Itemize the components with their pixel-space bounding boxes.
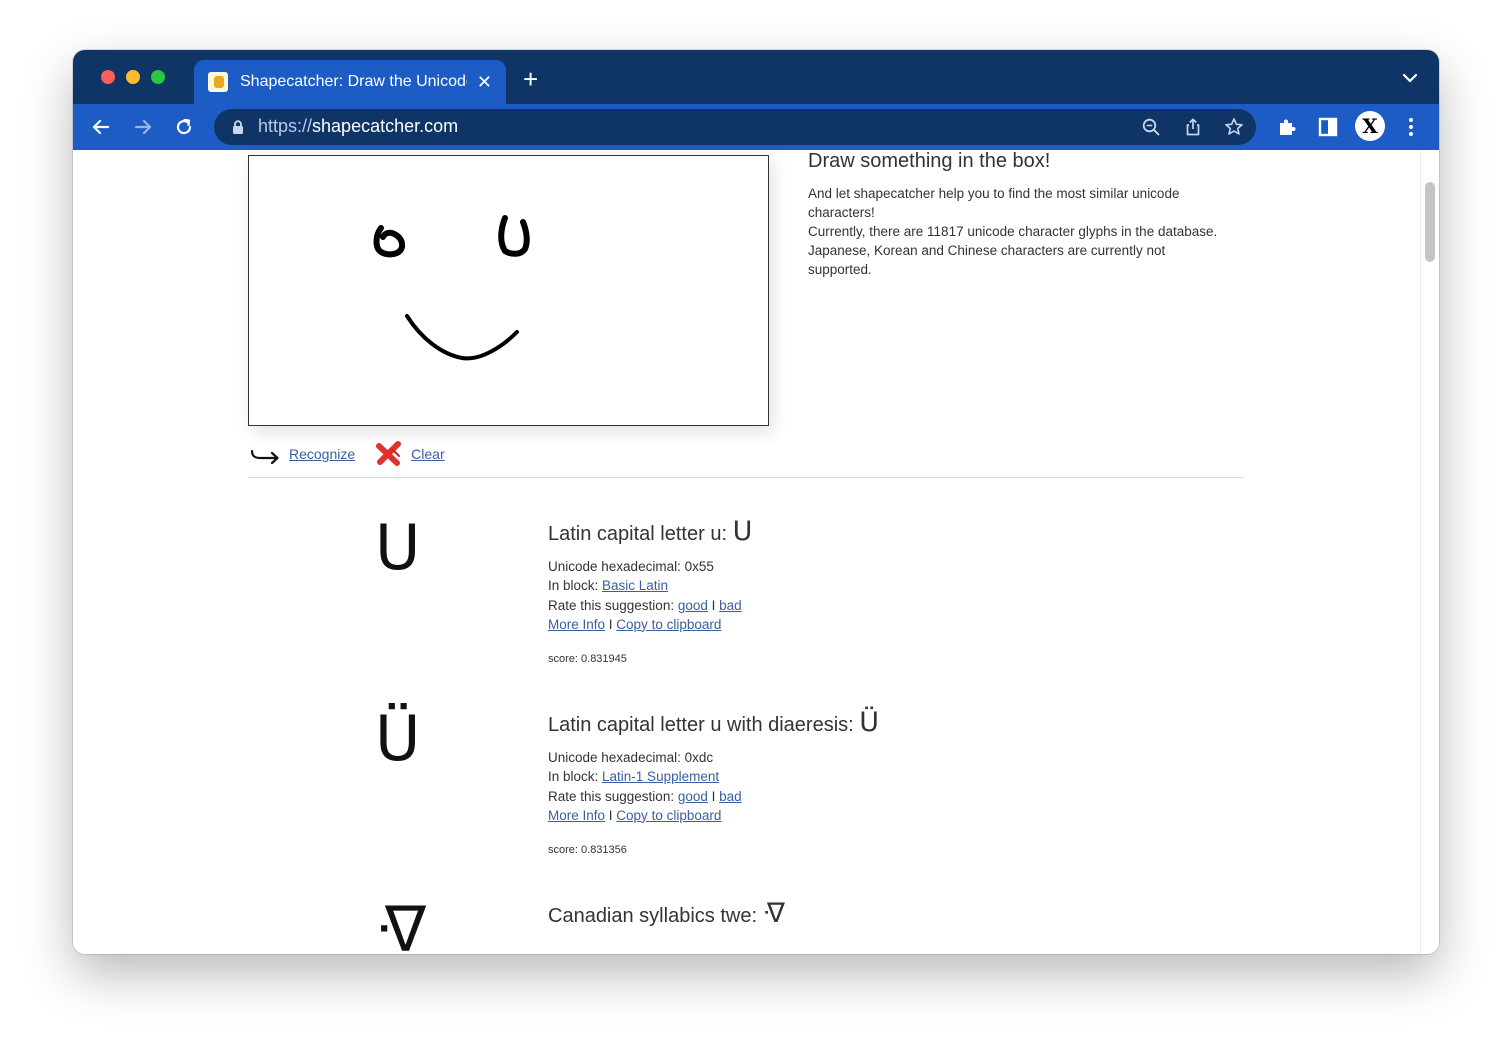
result-title: Latin capital letter u with diaeresis: Ü bbox=[548, 708, 1248, 738]
result-name: Latin capital letter u with diaeresis: bbox=[548, 714, 860, 736]
block-label: In block: bbox=[548, 769, 603, 785]
result-links: More Info I Copy to clipboard bbox=[548, 615, 1248, 634]
block-link[interactable]: Basic Latin bbox=[602, 578, 668, 593]
canvas-actions: Recognize Clear bbox=[249, 441, 445, 467]
browser-menu-kebab-icon[interactable] bbox=[1407, 116, 1415, 138]
rate-bad-link[interactable]: bad bbox=[719, 789, 742, 804]
result-glyph-preview: Ü bbox=[375, 702, 421, 775]
more-info-link[interactable]: More Info bbox=[548, 808, 605, 823]
block-label: In block: bbox=[548, 578, 603, 594]
clear-red-x-icon[interactable] bbox=[375, 441, 403, 467]
result-hex: Unicode hexadecimal: 0x55 bbox=[548, 557, 1248, 576]
result-details: Canadian syllabics twe: ᐌ bbox=[548, 899, 1248, 929]
share-icon[interactable] bbox=[1183, 117, 1203, 137]
reload-icon[interactable] bbox=[174, 117, 194, 137]
hex-value: 0x55 bbox=[684, 559, 714, 574]
intro-heading: Draw something in the box! bbox=[808, 150, 1051, 172]
result-hex: Unicode hexadecimal: 0xdc bbox=[548, 748, 1248, 767]
copy-to-clipboard-link[interactable]: Copy to clipboard bbox=[616, 808, 721, 823]
result-title: Latin capital letter u: U bbox=[548, 517, 1248, 547]
result-title-glyph: Ü bbox=[859, 707, 880, 738]
more-info-link[interactable]: More Info bbox=[548, 617, 605, 632]
intro-line-2: Currently, there are 11817 unicode chara… bbox=[808, 224, 1218, 239]
url-scheme: https:// bbox=[258, 116, 313, 136]
minimize-window-button[interactable] bbox=[126, 70, 140, 84]
result-name: Canadian syllabics twe: bbox=[548, 905, 763, 927]
links-separator: I bbox=[605, 807, 617, 823]
result-glyph-preview: U bbox=[375, 511, 421, 584]
profile-avatar[interactable]: X bbox=[1355, 111, 1385, 141]
hex-value: 0xdc bbox=[684, 750, 714, 765]
result-details: Latin capital letter u with diaeresis: Ü… bbox=[548, 708, 1248, 857]
result-score: score: 0.831356 bbox=[548, 844, 1248, 856]
drawing-canvas[interactable] bbox=[248, 155, 769, 426]
result-score: score: 0.831945 bbox=[548, 653, 1248, 665]
browser-toolbar: https://shapecatcher.com X bbox=[73, 104, 1439, 150]
recognize-link[interactable]: Recognize bbox=[289, 446, 355, 462]
intro-line-3: Japanese, Korean and Chinese characters … bbox=[808, 243, 1166, 277]
url-host: shapecatcher.com bbox=[312, 116, 459, 136]
tab-close-icon[interactable]: ✕ bbox=[477, 72, 492, 93]
browser-tab-shapecatcher[interactable]: Shapecatcher: Draw the Unicode character… bbox=[194, 60, 506, 104]
rate-separator: I bbox=[707, 788, 720, 804]
section-divider bbox=[248, 477, 1244, 478]
rate-bad-link[interactable]: bad bbox=[719, 598, 742, 613]
new-tab-button[interactable]: + bbox=[523, 66, 538, 92]
block-link[interactable]: Latin-1 Supplement bbox=[602, 769, 719, 784]
hex-label: Unicode hexadecimal: bbox=[548, 750, 685, 765]
user-drawing-smiley bbox=[373, 215, 530, 361]
clear-link[interactable]: Clear bbox=[411, 446, 444, 462]
rate-good-link[interactable]: good bbox=[678, 598, 708, 613]
browser-titlebar: Shapecatcher: Draw the Unicode character… bbox=[73, 50, 1439, 104]
tab-search-chevron-down-icon[interactable] bbox=[1401, 72, 1419, 84]
score-value: 0.831945 bbox=[581, 653, 627, 666]
screenshot-stage: Shapecatcher: Draw the Unicode character… bbox=[0, 0, 1512, 1051]
intro-line-1: And let shapecatcher help you to find th… bbox=[808, 186, 1180, 220]
result-glyph-preview: ᐌ bbox=[375, 893, 427, 955]
zoom-window-button[interactable] bbox=[151, 70, 165, 84]
close-window-button[interactable] bbox=[101, 70, 115, 84]
rate-label: Rate this suggestion: bbox=[548, 788, 678, 804]
tab-title: Shapecatcher: Draw the Unicode character… bbox=[240, 73, 467, 90]
page-scrollbar-track[interactable] bbox=[1420, 150, 1439, 954]
result-block: In block: Basic Latin bbox=[548, 576, 1248, 595]
score-value: 0.831356 bbox=[581, 844, 627, 857]
result-name: Latin capital letter u: bbox=[548, 523, 733, 545]
result-rating: Rate this suggestion: good I bad bbox=[548, 787, 1248, 806]
forward-arrow-icon[interactable] bbox=[133, 117, 153, 137]
back-arrow-icon[interactable] bbox=[91, 117, 111, 137]
shapecatcher-favicon-icon bbox=[208, 72, 228, 92]
result-title-glyph: U bbox=[732, 516, 753, 547]
bookmark-star-icon[interactable] bbox=[1224, 117, 1244, 137]
side-panel-icon[interactable] bbox=[1317, 116, 1339, 138]
zoom-magnifier-icon[interactable] bbox=[1141, 117, 1161, 137]
lock-icon[interactable] bbox=[232, 120, 244, 135]
score-label: score: bbox=[548, 653, 582, 666]
links-separator: I bbox=[605, 616, 617, 632]
result-rating: Rate this suggestion: good I bad bbox=[548, 596, 1248, 615]
result-title-glyph: ᐌ bbox=[762, 898, 786, 929]
result-block: In block: Latin-1 Supplement bbox=[548, 767, 1248, 786]
address-bar[interactable]: https://shapecatcher.com bbox=[214, 109, 1256, 145]
page-scrollbar-thumb[interactable] bbox=[1425, 182, 1435, 262]
browser-window: Shapecatcher: Draw the Unicode character… bbox=[73, 50, 1439, 954]
rate-label: Rate this suggestion: bbox=[548, 597, 678, 613]
copy-to-clipboard-link[interactable]: Copy to clipboard bbox=[616, 617, 721, 632]
rate-separator: I bbox=[707, 597, 720, 613]
result-title: Canadian syllabics twe: ᐌ bbox=[548, 899, 1248, 929]
result-links: More Info I Copy to clipboard bbox=[548, 806, 1248, 825]
result-details: Latin capital letter u: U Unicode hexade… bbox=[548, 517, 1248, 666]
url-text[interactable]: https://shapecatcher.com bbox=[258, 116, 458, 137]
rate-good-link[interactable]: good bbox=[678, 789, 708, 804]
hex-label: Unicode hexadecimal: bbox=[548, 559, 685, 574]
intro-description: And let shapecatcher help you to find th… bbox=[808, 184, 1228, 279]
score-label: score: bbox=[548, 844, 582, 857]
web-page-content: Draw something in the box! And let shape… bbox=[73, 150, 1439, 954]
extensions-puzzle-icon[interactable] bbox=[1276, 116, 1298, 138]
recognize-arrow-icon[interactable] bbox=[249, 444, 281, 464]
